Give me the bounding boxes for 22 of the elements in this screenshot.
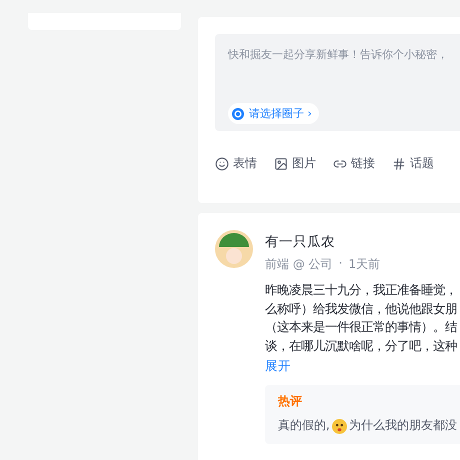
toolbar-button[interactable]: 图片 <box>274 155 316 172</box>
toolbar-button[interactable]: 链接 <box>333 155 375 172</box>
post-meta: 1天前 <box>348 256 380 273</box>
expand-link[interactable]: 展开 <box>265 358 460 375</box>
post-meta: · <box>338 256 342 272</box>
author-name[interactable]: 有一只瓜农 <box>265 233 460 251</box>
circle-icon <box>232 108 244 120</box>
emoji-icon <box>332 418 347 434</box>
hash-icon <box>392 156 406 170</box>
comment-text: 真的假的, <box>278 418 330 434</box>
comment-text: 为什么我的朋友都没 <box>348 418 457 434</box>
circle-picker[interactable]: 请选择圈子 › <box>228 103 319 124</box>
hot-comment-label: 热评 <box>278 393 302 410</box>
image-icon <box>274 156 288 170</box>
avatar <box>215 230 253 268</box>
post-input[interactable]: 快和掘友一起分享新鲜事！告诉你个小秘密， 请选择圈子 › <box>215 34 460 131</box>
input-placeholder: 快和掘友一起分享新鲜事！告诉你个小秘密， <box>228 47 449 62</box>
toolbar-button[interactable]: 表情 <box>215 155 257 172</box>
smile-icon <box>215 156 229 170</box>
toolbar-button[interactable]: 话题 <box>392 155 434 172</box>
post-meta: 前端 @ 公司 <box>265 256 333 273</box>
post-text: 昨晚凌晨三十九分，我正准备睡觉， 么称呼）给我发微信，他说他跟女朋 （这本来是一件很正常的事情）。结 谈，在哪儿沉默啥呢，分了吧，这种 <box>265 282 458 354</box>
